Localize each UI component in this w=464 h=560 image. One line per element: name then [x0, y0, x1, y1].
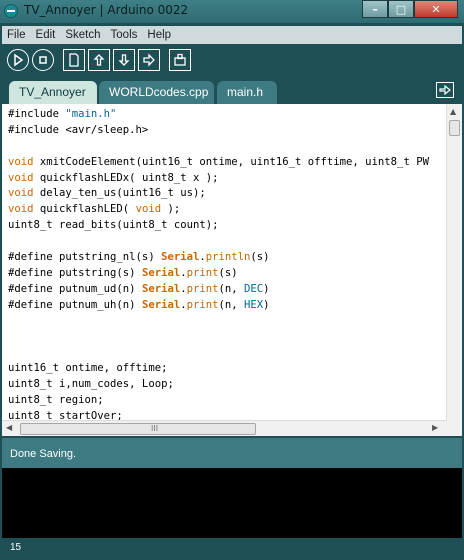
new-button[interactable] — [63, 49, 85, 71]
upload-icon — [143, 53, 155, 67]
code-line[interactable]: #include <avr/sleep.h> — [8, 123, 444, 139]
scroll-corner — [446, 420, 462, 436]
code-line[interactable] — [8, 329, 444, 345]
status-message: Done Saving. — [10, 448, 77, 460]
tab-main-h[interactable]: main.h — [217, 81, 277, 104]
code-line[interactable]: #define putnum_ud(n) Serial.print(n, DEC… — [8, 282, 444, 298]
open-button[interactable] — [88, 49, 110, 71]
minimize-button[interactable]: – — [362, 0, 388, 18]
code-line[interactable]: #define putnum_uh(n) Serial.print(n, HEX… — [8, 298, 444, 314]
code-line[interactable]: uint8_t i,num_codes, Loop; — [8, 377, 444, 393]
serial-monitor-icon — [174, 53, 186, 66]
code-line[interactable]: uint16_t ontime, offtime; — [8, 361, 444, 377]
menu-file[interactable]: File — [2, 29, 31, 41]
vertical-scrollbar[interactable]: ▲ — [446, 104, 462, 420]
verify-button[interactable] — [7, 49, 29, 71]
console-output[interactable] — [2, 468, 462, 538]
code-line[interactable]: void quickflashLED( void ); — [8, 202, 444, 218]
menu-sketch[interactable]: Sketch — [60, 29, 105, 41]
menu-bar: File Edit Sketch Tools Help — [2, 26, 462, 44]
stop-button[interactable] — [32, 49, 54, 71]
code-line[interactable]: #define putstring_nl(s) Serial.println(s… — [8, 250, 444, 266]
tab-worldcodes-cpp[interactable]: WORLDcodes.cpp — [99, 81, 214, 104]
scroll-left-icon[interactable]: ◀ — [6, 423, 12, 432]
verify-icon — [14, 53, 24, 67]
tab-bar: TV_Annoyer WORLDcodes.cpp main.h — [2, 78, 462, 104]
menu-help[interactable]: Help — [142, 29, 176, 41]
open-icon — [93, 54, 105, 66]
stop-icon — [39, 56, 47, 64]
tab-menu-button[interactable] — [436, 82, 454, 98]
save-icon — [118, 54, 130, 66]
title-bar: TV_Annoyer | Arduino 0022 – □ ✕ — [0, 0, 464, 24]
save-button[interactable] — [113, 49, 135, 71]
new-icon — [69, 53, 79, 67]
code-line[interactable]: uint8_t region; — [8, 393, 444, 409]
code-line[interactable]: void xmitCodeElement(uint16_t ontime, ui… — [8, 155, 444, 171]
scroll-right-icon[interactable]: ▶ — [432, 423, 438, 432]
tab-tv-annoyer[interactable]: TV_Annoyer — [9, 81, 97, 104]
menu-tools[interactable]: Tools — [106, 29, 143, 41]
vertical-scroll-thumb[interactable] — [449, 120, 460, 136]
horizontal-scrollbar[interactable]: ◀ III ▶ — [2, 420, 446, 436]
code-line[interactable]: uint8_t startOver; — [8, 409, 444, 420]
upload-button[interactable] — [138, 49, 160, 71]
code-line[interactable]: uint8_t read_bits(uint8_t count); — [8, 218, 444, 234]
line-number-bar: 15 — [2, 538, 462, 558]
window-controls: – □ ✕ — [362, 0, 458, 18]
code-text[interactable]: #include "main.h" #include <avr/sleep.h> … — [8, 107, 444, 420]
serial-monitor-button[interactable] — [169, 49, 191, 71]
scroll-up-icon[interactable]: ▲ — [450, 107, 456, 116]
code-editor[interactable]: #include "main.h" #include <avr/sleep.h> … — [2, 104, 462, 420]
toolbar — [2, 44, 462, 76]
status-bar: Done Saving. — [2, 438, 462, 468]
code-line[interactable]: void quickflashLEDx( uint8_t x ); — [8, 171, 444, 187]
horizontal-scroll-thumb[interactable]: III — [20, 423, 256, 435]
code-line[interactable]: #define putstring(s) Serial.print(s) — [8, 266, 444, 282]
line-number: 15 — [10, 542, 22, 553]
code-line[interactable]: void delay_ten_us(uint16_t us); — [8, 186, 444, 202]
arrow-right-icon — [439, 85, 451, 95]
code-line[interactable] — [8, 345, 444, 361]
close-button[interactable]: ✕ — [414, 0, 458, 18]
window-title: TV_Annoyer | Arduino 0022 — [24, 3, 189, 17]
menu-edit[interactable]: Edit — [31, 29, 61, 41]
maximize-button[interactable]: □ — [388, 0, 414, 18]
scroll-grip: III — [151, 424, 159, 433]
code-line[interactable] — [8, 314, 444, 330]
code-line[interactable] — [8, 139, 444, 155]
code-line[interactable] — [8, 234, 444, 250]
arduino-app-icon — [4, 4, 18, 18]
code-line[interactable]: #include "main.h" — [8, 107, 444, 123]
